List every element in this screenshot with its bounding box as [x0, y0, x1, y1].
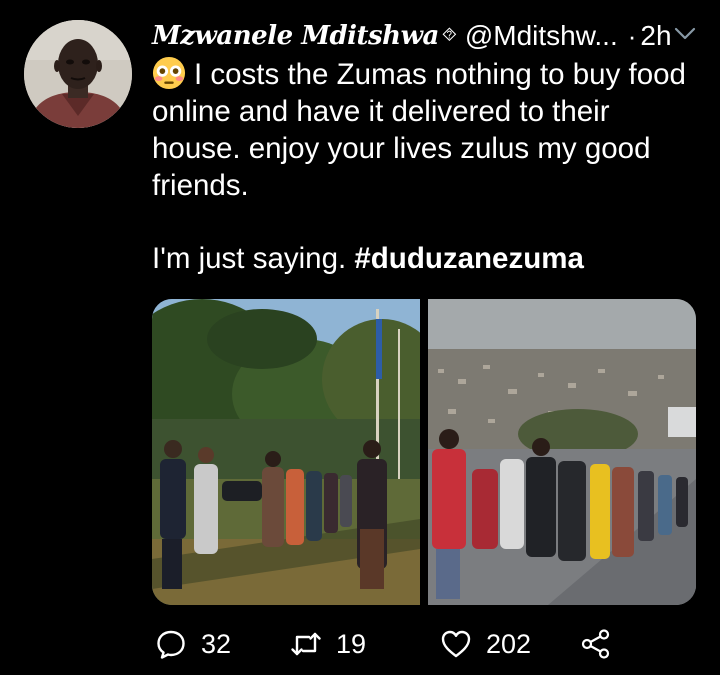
- tweet-actions: 32 19 202: [155, 622, 625, 666]
- name-badge: ⯑: [441, 25, 457, 46]
- user-handle[interactable]: @Mditshw...: [465, 20, 618, 52]
- flushed-face-emoji: [152, 56, 186, 90]
- tweet-paragraph-1: I costs the Zumas nothing to buy food on…: [152, 56, 702, 204]
- share-button[interactable]: [580, 622, 612, 666]
- tweet-text: I costs the Zumas nothing to buy food on…: [152, 56, 702, 277]
- tweet-paragraph-2: I'm just saying. #duduzanezuma: [152, 240, 702, 277]
- like-icon: [441, 630, 471, 658]
- retweet-icon: [291, 632, 321, 656]
- photo-right[interactable]: [428, 299, 696, 605]
- like-count: 202: [486, 628, 532, 659]
- media-grid: [152, 299, 696, 605]
- reply-count: 32: [201, 628, 232, 659]
- hashtag-link[interactable]: #duduzanezuma: [354, 242, 583, 275]
- reply-button[interactable]: 32: [155, 622, 231, 666]
- retweet-button[interactable]: 19: [290, 622, 366, 666]
- timestamp[interactable]: 2h: [640, 20, 671, 52]
- separator-dot: ·: [627, 20, 637, 51]
- tweet-text-line-1: I costs the Zumas nothing to buy food on…: [152, 58, 686, 202]
- reply-icon: [157, 630, 185, 659]
- chevron-down-icon[interactable]: [672, 24, 698, 44]
- share-icon: [581, 629, 610, 659]
- display-name[interactable]: Mzwanele Mditshwa: [152, 21, 439, 51]
- photo-left[interactable]: [152, 299, 420, 605]
- retweet-count: 19: [336, 628, 367, 659]
- avatar[interactable]: [24, 20, 132, 128]
- like-button[interactable]: 202: [440, 622, 531, 666]
- tweet-text-line-2: I'm just saying.: [152, 242, 347, 275]
- queue-on-road-photo: [428, 299, 696, 605]
- tweet-header: Mzwanele Mditshwa ⯑ @Mditshw... · 2h: [152, 16, 700, 56]
- queue-at-gate-photo: [152, 299, 420, 605]
- avatar-photo: [24, 20, 132, 128]
